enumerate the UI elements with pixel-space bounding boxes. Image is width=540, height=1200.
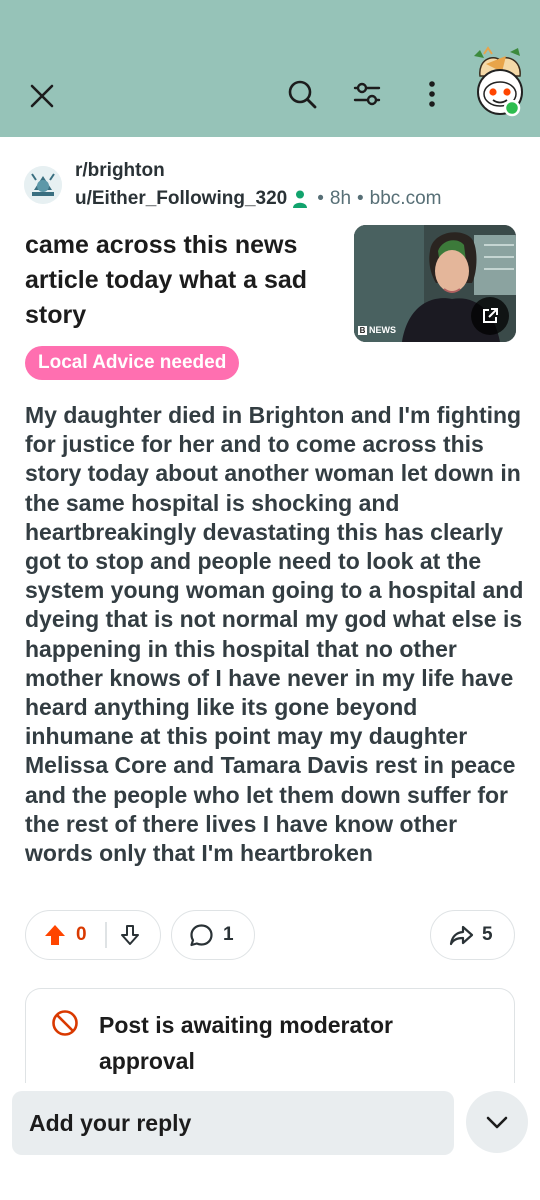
separator-dot: • — [357, 188, 364, 209]
post-header: r/brighton u/Either_Following_320 • 8h •… — [24, 160, 524, 216]
post-byline: u/Either_Following_320 • 8h • bbc.com — [75, 188, 441, 210]
comment-icon — [189, 923, 214, 948]
link-thumbnail[interactable]: B NEWS — [354, 225, 516, 342]
user-avatar[interactable] — [466, 46, 530, 122]
vote-bar: 0 — [25, 910, 161, 960]
external-link-icon — [483, 308, 498, 323]
share-count: 5 — [482, 924, 493, 945]
share-icon — [449, 923, 474, 948]
filter-icon — [353, 82, 381, 106]
vote-divider — [105, 922, 107, 948]
reply-placeholder: Add your reply — [29, 1110, 192, 1136]
reply-input[interactable]: Add your reply — [12, 1091, 454, 1155]
post-title: came across this news article today what… — [25, 231, 308, 329]
comment-count: 1 — [223, 924, 234, 945]
open-link-button[interactable] — [471, 297, 509, 335]
arrow-up-icon — [45, 925, 65, 945]
vote-count: 0 — [76, 924, 87, 945]
moderation-notice: Post is awaiting moderator approval — [25, 988, 515, 1098]
news-badge: B NEWS — [358, 325, 396, 335]
post-age: 8h — [329, 188, 352, 209]
separator-dot: • — [317, 188, 324, 209]
top-bar — [0, 0, 540, 137]
share-button[interactable]: 5 — [430, 910, 515, 960]
post-flair[interactable]: Local Advice needed — [25, 346, 240, 380]
filter-button[interactable] — [345, 72, 389, 116]
moderation-message: Post is awaiting moderator approval — [99, 1012, 393, 1074]
close-button[interactable] — [20, 74, 64, 118]
post-body: My daughter died in Brighton and I'm fig… — [25, 402, 524, 867]
search-icon — [288, 80, 317, 109]
search-button[interactable] — [280, 72, 324, 116]
subreddit-name[interactable]: r/brighton — [75, 160, 165, 182]
close-icon — [30, 84, 54, 108]
author-name[interactable]: u/Either_Following_320 — [75, 188, 287, 210]
blocked-icon — [51, 1009, 79, 1037]
more-vertical-icon — [429, 81, 435, 107]
post-domain[interactable]: bbc.com — [370, 188, 442, 210]
comments-button[interactable]: 1 — [171, 910, 255, 960]
subreddit-avatar[interactable] — [24, 166, 62, 204]
downvote-button[interactable] — [118, 923, 142, 947]
arrow-down-icon — [121, 925, 139, 945]
chevron-down-icon — [486, 1116, 508, 1129]
more-options-button[interactable] — [410, 72, 454, 116]
person-icon — [293, 190, 308, 208]
expand-button[interactable] — [466, 1091, 528, 1153]
reply-bar: Add your reply — [0, 1083, 540, 1200]
upvote-button[interactable] — [43, 923, 67, 947]
